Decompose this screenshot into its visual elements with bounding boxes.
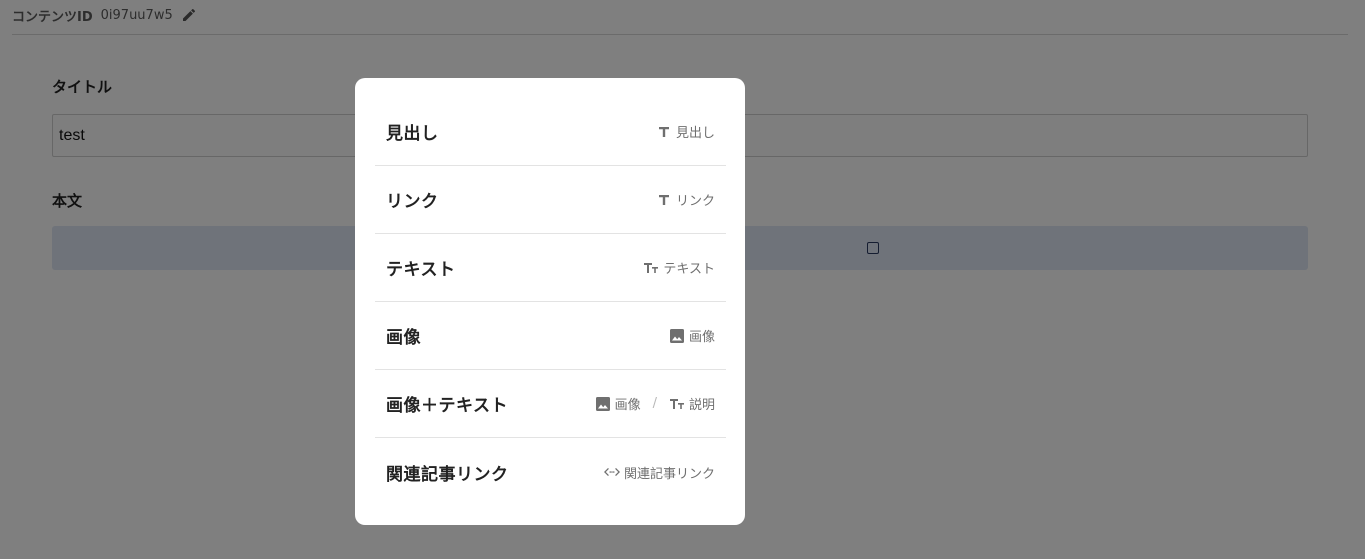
meta-label: 画像	[614, 398, 641, 413]
option-meta: 関連記事リンク	[603, 463, 715, 482]
option-meta: 画像	[669, 326, 715, 345]
option-image[interactable]: 画像 画像	[375, 302, 726, 370]
image-icon	[669, 328, 685, 344]
option-meta: リンク	[656, 190, 715, 209]
meta-separator: /	[652, 396, 657, 411]
block-type-modal: 見出し 見出し リンク リンク テキスト テキスト 画像 画像 画像＋テキスト …	[355, 78, 745, 525]
option-meta: テキスト	[643, 258, 715, 277]
option-title: 関連記事リンク	[386, 464, 509, 485]
meta-label: 説明	[688, 398, 715, 413]
option-text[interactable]: テキスト テキスト	[375, 234, 726, 302]
meta-label: 見出し	[675, 126, 715, 141]
text-icon	[656, 124, 672, 140]
meta-label: テキスト	[663, 262, 715, 277]
option-image-text[interactable]: 画像＋テキスト 画像 / 説明	[375, 370, 726, 438]
option-title: リンク	[386, 192, 439, 212]
meta-label: 画像	[688, 330, 715, 345]
option-title: 見出し	[386, 124, 439, 144]
option-link[interactable]: リンク リンク	[375, 166, 726, 234]
page: コンテンツID 0i97uu7w5 タイトル 本文 見出し 見出し リンク	[0, 0, 1365, 559]
text-size-icon	[669, 396, 685, 412]
option-title: テキスト	[386, 260, 456, 280]
option-heading[interactable]: 見出し 見出し	[375, 98, 726, 166]
option-meta: 見出し	[656, 122, 715, 141]
text-icon	[656, 192, 672, 208]
meta-label: 関連記事リンク	[623, 466, 715, 482]
option-meta: 画像 / 説明	[595, 394, 715, 413]
option-title: 画像	[386, 328, 421, 348]
meta-label: リンク	[675, 194, 715, 209]
text-size-icon	[643, 260, 659, 276]
option-title: 画像＋テキスト	[386, 396, 508, 416]
code-icon	[603, 464, 620, 480]
image-icon	[595, 396, 611, 412]
option-related-link[interactable]: 関連記事リンク 関連記事リンク	[375, 438, 726, 506]
